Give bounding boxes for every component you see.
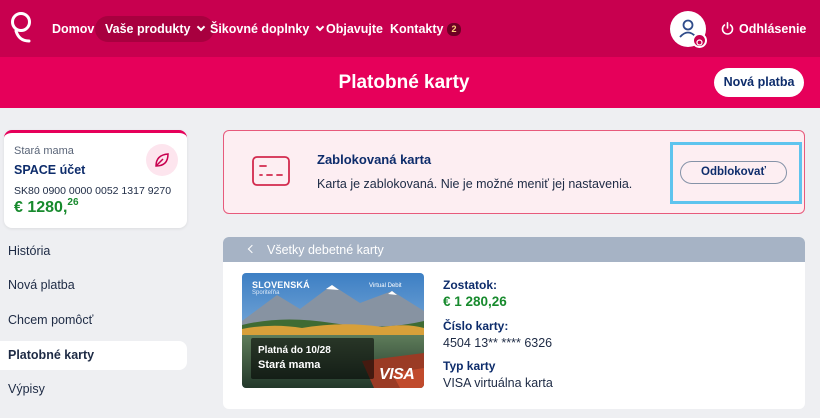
nav-item-label: Vaše produkty (105, 22, 191, 36)
card-holder-name: Stará mama (258, 359, 321, 371)
bank-logo-icon[interactable] (10, 10, 34, 44)
account-name: SPACE účet (14, 163, 86, 177)
logout-button[interactable]: Odhlásenie (721, 16, 806, 42)
card-bank-name: SLOVENSKÁ (252, 280, 310, 290)
card-bank-subname: Sporiteľňa (252, 290, 280, 296)
payment-card-image[interactable]: SLOVENSKÁ Sporiteľňa Virtual Debit Platn… (242, 273, 424, 388)
alert-message: Karta je zablokovaná. Nie je možné meniť… (317, 177, 633, 191)
account-iban: SK80 0900 0000 0052 1317 9270 (14, 185, 172, 197)
balance-cents: 26 (67, 197, 79, 208)
chevron-down-icon (316, 22, 325, 32)
chevron-down-icon (197, 22, 206, 32)
account-owner: Stará mama (14, 145, 74, 157)
nav-item-products[interactable]: Vaše produkty (95, 16, 215, 42)
all-debit-cards-link[interactable]: Všetky debetné karty (267, 243, 384, 257)
sidebar-item-help[interactable]: Chcem pomôcť (0, 306, 187, 335)
nav-item-addons[interactable]: Šikovné doplnky (210, 16, 325, 42)
nav-item-discover[interactable]: Objavujte (326, 16, 383, 42)
nav-item-label: Kontakty (390, 22, 444, 36)
power-icon (721, 22, 734, 35)
card-number-label: Číslo karty: (443, 319, 509, 333)
blocked-card-alert: Zablokovaná karta Karta je zablokovaná. … (223, 130, 805, 214)
new-payment-button[interactable]: Nová platba (714, 68, 804, 97)
card-number-value: 4504 13** **** 6326 (443, 336, 553, 350)
balance-amount: € 1280, (14, 199, 68, 216)
credit-card-icon (252, 156, 290, 186)
notification-badge: 2 (447, 23, 461, 36)
card-valid-until: Platná do 10/28 (258, 345, 331, 356)
card-type-value: VISA virtuálna karta (443, 376, 553, 390)
card-type-label: Typ karty (443, 359, 496, 373)
logout-label: Odhlásenie (739, 22, 807, 36)
sidebar-item-payment-cards[interactable]: Platobné karty (0, 341, 187, 370)
sidebar-item-statements[interactable]: Výpisy (0, 375, 187, 404)
sidebar-item-history[interactable]: História (0, 237, 187, 266)
nav-item-label: Šikovné doplnky (210, 22, 310, 36)
card-balance-value: € 1 280,26 (443, 294, 507, 309)
debit-cards-panel: Všetky debetné karty SLOVENSKÁ Sporiteľň… (223, 237, 805, 409)
settings-badge-icon (692, 33, 707, 48)
nav-item-home[interactable]: Domov (52, 16, 94, 42)
page-title: Platobné karty (338, 72, 470, 93)
unblock-button[interactable]: Odblokovať (680, 161, 787, 184)
visa-logo: VISA (379, 366, 415, 383)
leaf-icon (146, 144, 178, 176)
chevron-left-icon[interactable] (247, 244, 257, 254)
account-card[interactable]: Stará mama SPACE účet SK80 0900 0000 005… (4, 130, 187, 228)
account-balance: € 1280,26 (14, 197, 79, 217)
alert-title: Zablokovaná karta (317, 152, 432, 167)
card-type-tag: Virtual Debit (369, 283, 402, 289)
balance-label: Zostatok: (443, 278, 497, 292)
nav-item-contacts[interactable]: Kontakty 2 (390, 16, 461, 42)
sidebar-item-new-payment[interactable]: Nová platba (0, 271, 187, 300)
cards-panel-header: Všetky debetné karty (223, 237, 805, 262)
